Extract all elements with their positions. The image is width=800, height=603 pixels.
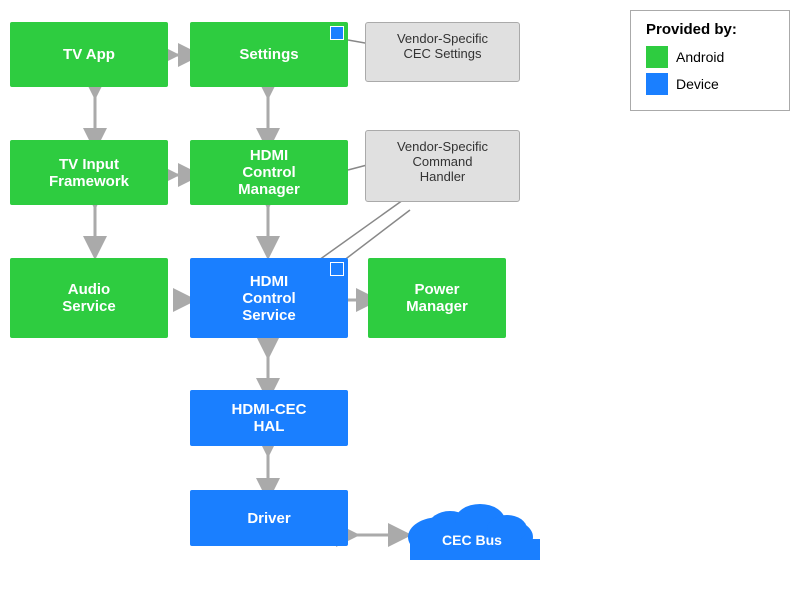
audio-service-block: AudioService [10, 258, 168, 338]
legend-device-label: Device [676, 76, 719, 92]
settings-label: Settings [239, 46, 298, 63]
svg-text:CEC Bus: CEC Bus [442, 532, 502, 548]
hdmi-control-manager-label: HDMIControlManager [238, 147, 300, 198]
tv-input-framework-block: TV InputFramework [10, 140, 168, 205]
legend-device-color [646, 73, 668, 95]
diagram-container: TV App Settings Vendor-SpecificCEC Setti… [0, 0, 800, 603]
tv-app-label: TV App [63, 46, 115, 63]
legend-android-label: Android [676, 49, 724, 65]
tv-input-framework-label: TV InputFramework [49, 156, 129, 190]
legend-device: Device [646, 73, 774, 95]
vendor-cec-settings-label: Vendor-SpecificCEC Settings [397, 31, 488, 61]
hdmi-control-service-block: HDMIControlService [190, 258, 348, 338]
driver-label: Driver [247, 510, 290, 527]
vendor-cec-settings-callout: Vendor-SpecificCEC Settings [365, 22, 520, 82]
driver-block: Driver [190, 490, 348, 546]
hdmi-cec-hal-label: HDMI-CECHAL [232, 401, 307, 435]
legend-android: Android [646, 46, 774, 68]
hdmi-control-service-device-indicator [330, 262, 344, 276]
hdmi-control-manager-block: HDMIControlManager [190, 140, 348, 205]
legend-box: Provided by: Android Device [630, 10, 790, 111]
power-manager-block: PowerManager [368, 258, 506, 338]
cec-bus-block: CEC Bus [395, 495, 550, 560]
vendor-command-handler-label: Vendor-SpecificCommandHandler [397, 139, 488, 184]
legend-android-color [646, 46, 668, 68]
legend-title: Provided by: [646, 21, 774, 38]
settings-block: Settings [190, 22, 348, 87]
hdmi-cec-hal-block: HDMI-CECHAL [190, 390, 348, 446]
power-manager-label: PowerManager [406, 281, 468, 315]
tv-app-block: TV App [10, 22, 168, 87]
audio-service-label: AudioService [62, 281, 115, 315]
settings-device-indicator [330, 26, 344, 40]
vendor-command-handler-callout: Vendor-SpecificCommandHandler [365, 130, 520, 202]
hdmi-control-service-label: HDMIControlService [242, 273, 295, 324]
cec-bus-svg: CEC Bus [395, 495, 550, 560]
